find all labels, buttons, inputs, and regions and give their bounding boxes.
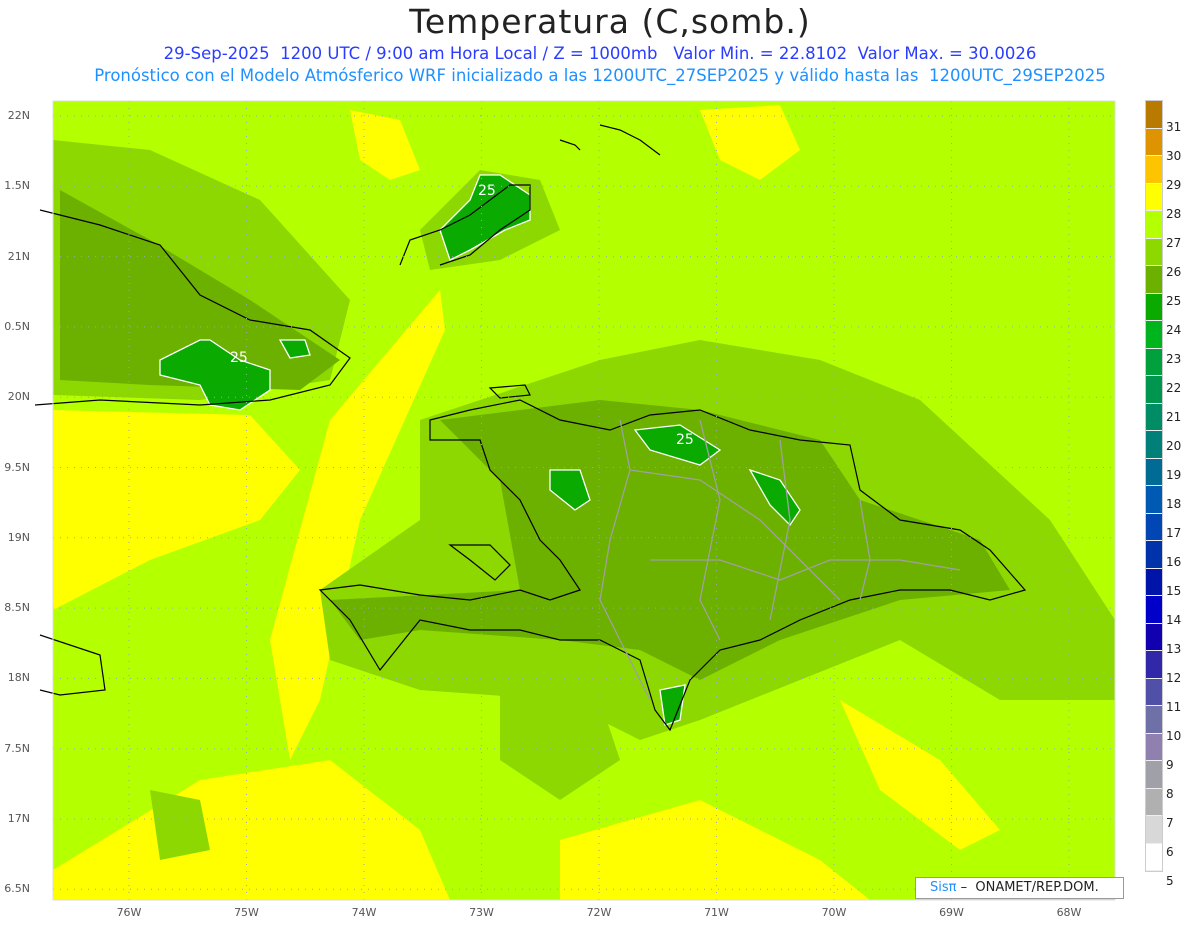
latitude-label: 19N: [7, 530, 30, 544]
colorbar-label: 20: [1166, 439, 1182, 453]
colorbar-swatch: [1146, 348, 1162, 376]
colorbar-swatch: [1146, 513, 1162, 541]
colorbar-swatch: [1146, 568, 1162, 596]
colorbar-label: 28: [1166, 207, 1182, 221]
colorbar-swatch: [1146, 788, 1162, 816]
latitude-label: 21N: [7, 249, 30, 263]
longitude-label: 75W: [234, 906, 259, 919]
latitude-label: 6.5N: [4, 882, 30, 896]
colorbar-swatch: [1146, 403, 1162, 431]
longitude-label: 69W: [939, 906, 964, 919]
colorbar-label: 24: [1166, 323, 1182, 337]
colorbar-swatch: [1146, 486, 1162, 514]
colorbar-label: 10: [1166, 729, 1182, 743]
latitude-label: 9.5N: [4, 460, 30, 474]
colorbar-label: 26: [1166, 265, 1182, 279]
colorbar-label: 17: [1166, 526, 1182, 540]
contour-label: 25: [676, 432, 694, 448]
colorbar-swatch: [1146, 376, 1162, 404]
longitude-label: 68W: [1056, 906, 1082, 919]
colorbar-label: 16: [1166, 555, 1182, 569]
colorbar-swatch: [1146, 321, 1162, 349]
colorbar-label: 7: [1166, 816, 1174, 830]
colorbar-swatch: [1146, 128, 1162, 156]
colorbar-swatch: [1146, 541, 1162, 569]
colorbar-swatch: [1146, 101, 1162, 129]
colorbar-label: 29: [1166, 178, 1182, 192]
latitude-label: 20N: [7, 390, 30, 404]
colorbar-swatch: [1146, 816, 1162, 844]
colorbar-label: 11: [1166, 700, 1182, 714]
latitude-label: 8.5N: [4, 601, 30, 615]
longitude-label: 72W: [586, 906, 612, 919]
colorbar-swatch: [1146, 733, 1162, 761]
longitude-label: 71W: [704, 906, 729, 919]
latitude-label: 18N: [7, 671, 30, 685]
colorbar-label: 22: [1166, 381, 1182, 395]
colorbar-swatch: [1146, 238, 1162, 266]
credit-text: – ONAMET/REP.DOM.: [956, 880, 1099, 895]
colorbar-swatch: [1146, 651, 1162, 679]
colorbar-label: 6: [1166, 845, 1174, 859]
colorbar-label: 31: [1166, 120, 1182, 134]
colorbar-swatch: [1146, 843, 1162, 871]
colorbar-swatch: [1146, 678, 1162, 706]
colorbar-label: 12: [1166, 671, 1182, 685]
colorbar-label: 21: [1166, 410, 1182, 424]
colorbar-swatch: [1146, 431, 1162, 459]
colorbar-swatch: [1146, 623, 1162, 651]
colorbar-label: 25: [1166, 294, 1182, 308]
colorbar-label: 18: [1166, 497, 1182, 511]
colorbar-label: 19: [1166, 468, 1182, 482]
temperature-map: 25 25 25: [34, 100, 1116, 901]
longitude-label: 73W: [469, 906, 494, 919]
contour-label: 25: [230, 350, 248, 366]
latitude-label: 17N: [7, 812, 30, 825]
latitude-label: 7.5N: [4, 741, 30, 755]
colorbar-label: 30: [1166, 149, 1182, 163]
credit-box: Sisπ – ONAMET/REP.DOM.: [915, 877, 1124, 899]
colorbar-label: 15: [1166, 584, 1182, 598]
colorbar-label: 8: [1166, 787, 1174, 801]
sis-brand: Sisπ: [930, 880, 957, 895]
colorbar-label: 14: [1166, 613, 1182, 627]
colorbar-swatch: [1146, 156, 1162, 184]
colorbar-swatch: [1146, 596, 1162, 624]
colorbar-swatch: [1146, 183, 1162, 211]
latitude-label: 22N: [7, 109, 30, 122]
colorbar-swatch: [1146, 211, 1162, 239]
colorbar: [1145, 100, 1163, 872]
colorbar-swatch: [1146, 761, 1162, 789]
colorbar-label: 5: [1166, 874, 1174, 888]
colorbar-label: 23: [1166, 352, 1182, 366]
colorbar-label: 9: [1166, 758, 1174, 772]
longitude-label: 76W: [116, 906, 142, 919]
longitude-label: 70W: [821, 906, 847, 919]
colorbar-swatch: [1146, 266, 1162, 294]
latitude-label: 0.5N: [4, 319, 30, 333]
colorbar-swatch: [1146, 293, 1162, 321]
colorbar-swatch: [1146, 706, 1162, 734]
colorbar-swatch: [1146, 458, 1162, 486]
colorbar-label: 13: [1166, 642, 1182, 656]
longitude-label: 74W: [351, 906, 377, 919]
contour-label: 25: [478, 183, 496, 199]
latitude-label: 1.5N: [4, 179, 30, 193]
colorbar-label: 27: [1166, 236, 1182, 250]
